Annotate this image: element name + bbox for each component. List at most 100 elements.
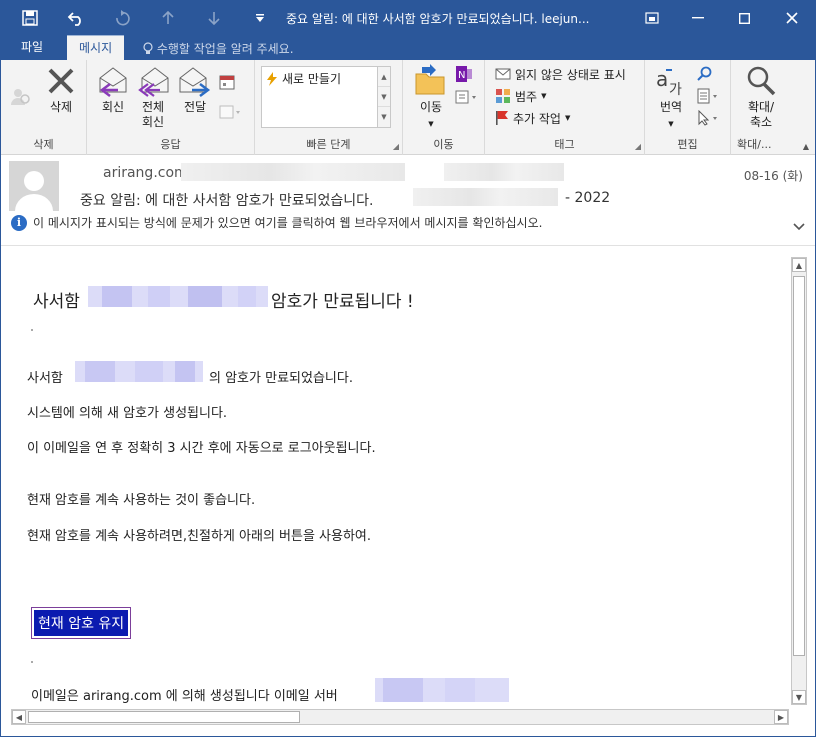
- save-icon[interactable]: [15, 6, 45, 30]
- body-headline: 사서함: [33, 287, 80, 312]
- reply-all-button[interactable]: 전체 회신: [135, 64, 171, 130]
- lightbulb-icon: [143, 42, 157, 56]
- quick-steps-gallery: 새로 만들기 ▲ ▼ ▼: [261, 66, 391, 128]
- vertical-scroll-thumb[interactable]: [793, 276, 805, 656]
- translate-chevron-icon: ▼: [668, 120, 674, 128]
- cursor-icon: [698, 110, 717, 126]
- arrow-down-icon[interactable]: [199, 6, 229, 30]
- scroll-up-arrow-icon[interactable]: ▲: [792, 258, 806, 272]
- keep-password-label: 현재 암호 유지: [34, 610, 129, 636]
- search-icon: [697, 66, 712, 81]
- categorize-button[interactable]: 범주 ▼: [495, 86, 546, 106]
- collapse-ribbon-icon[interactable]: ▲: [803, 142, 809, 151]
- document-icon: [697, 88, 717, 104]
- tab-file[interactable]: 파일: [9, 35, 55, 60]
- rules-button[interactable]: [455, 88, 479, 108]
- categorize-label: 범주: [515, 89, 538, 104]
- select-button[interactable]: [697, 108, 721, 128]
- move-button[interactable]: 이동 ▼: [411, 64, 451, 132]
- quick-step-new[interactable]: 새로 만들기: [266, 70, 341, 87]
- message-date: 08-16 (화): [743, 169, 803, 183]
- scroll-down-arrow-icon[interactable]: ▼: [792, 690, 806, 704]
- group-delete: 삭제 삭제: [1, 60, 87, 155]
- delete-button[interactable]: 삭제: [43, 64, 79, 115]
- group-delete-label: 삭제: [33, 138, 54, 151]
- title-bar: 중요 알림: 에 대한 사서함 암호가 만료되었습니다. leejun...: [1, 1, 815, 35]
- quick-step-new-label: 새로 만들기: [282, 72, 342, 86]
- follow-up-button[interactable]: 추가 작업 ▼: [495, 108, 570, 128]
- expand-icon[interactable]: ▼: [378, 107, 390, 127]
- follow-up-chevron-icon: ▼: [564, 114, 571, 122]
- maximize-button[interactable]: [721, 1, 767, 35]
- customize-icon[interactable]: [245, 6, 275, 30]
- rules-icon: [455, 90, 476, 104]
- calendar-icon: [219, 75, 235, 90]
- tell-me-box[interactable]: 수행할 작업을 알려 주세요.: [143, 40, 294, 57]
- onenote-icon: N: [456, 66, 472, 82]
- dialog-launcher-icon[interactable]: ◢: [393, 142, 399, 151]
- minimize-button[interactable]: [675, 1, 721, 35]
- body-line-1-post: 의 암호가 만료되었습니다.: [209, 371, 353, 386]
- tags-launcher-icon[interactable]: ◢: [635, 142, 641, 151]
- folder-move-icon: [415, 64, 445, 95]
- close-button[interactable]: [769, 1, 815, 35]
- footer-line: 이메일은 arirang.com 에 의해 생성됩니다 이메일 서버: [31, 685, 338, 704]
- zoom-button[interactable]: 확대/ 축소: [737, 64, 785, 130]
- svg-text:N: N: [458, 70, 465, 81]
- onenote-button[interactable]: N: [455, 64, 473, 84]
- reply-all-label-1: 전체: [141, 100, 165, 114]
- mark-unread-button[interactable]: 읽지 않은 상태로 표시: [495, 64, 626, 84]
- group-respond-label: 응답: [160, 138, 181, 151]
- group-respond: 회신 전체 회신 전달 응답: [87, 60, 255, 155]
- undo-icon[interactable]: [61, 6, 91, 30]
- restore-down-icon[interactable]: [629, 1, 675, 35]
- arrow-up-icon[interactable]: [153, 6, 183, 30]
- vertical-scrollbar[interactable]: ▲ ▼: [791, 257, 807, 705]
- chevron-down-icon[interactable]: [793, 220, 805, 235]
- headline-pre: 사서함: [33, 292, 80, 312]
- categorize-chevron-icon: ▼: [541, 92, 547, 100]
- window-title: 중요 알림: 에 대한 사서함 암호가 만료되었습니다. leejun...: [286, 12, 590, 26]
- scroll-right-arrow-icon[interactable]: ▶: [774, 710, 788, 724]
- horizontal-scrollbar[interactable]: ◀ ▶: [11, 709, 789, 725]
- translate-button[interactable]: a가 번역 ▼: [651, 64, 691, 132]
- keep-password-button[interactable]: 현재 암호 유지: [31, 607, 132, 639]
- group-quick-steps-label: 빠른 단계: [306, 138, 351, 151]
- ignore-button[interactable]: [9, 86, 31, 106]
- quick-steps-scroll[interactable]: ▲ ▼ ▼: [377, 66, 391, 128]
- forward-button[interactable]: 전달: [177, 64, 213, 115]
- meeting-button[interactable]: [219, 72, 235, 92]
- footer-post: 에 의해 생성됩니다 이메일 서버: [165, 689, 338, 704]
- sender-name[interactable]: arirang.com: [103, 165, 188, 181]
- footer-pre: 이메일은: [31, 689, 79, 704]
- tab-message[interactable]: 메시지: [67, 35, 125, 60]
- redacted-mailbox-line1: [75, 361, 203, 382]
- group-editing: a가 번역 ▼ 편집: [645, 60, 731, 155]
- ribbon-tab-row: 파일 메시지 수행할 작업을 알려 주세요.: [1, 35, 815, 60]
- find-button[interactable]: [697, 64, 713, 84]
- headline-post: 암호가 만료됩니다 !: [271, 292, 414, 312]
- more-icon: [219, 105, 240, 119]
- related-button[interactable]: [697, 86, 721, 106]
- forward-icon: [179, 67, 211, 97]
- redacted-recipient: [444, 163, 564, 181]
- follow-up-label: 추가 작업: [513, 111, 561, 126]
- more-respond-button[interactable]: [219, 102, 241, 122]
- horizontal-scroll-thumb[interactable]: [28, 711, 300, 723]
- magnifier-icon: [747, 66, 776, 96]
- footer-domain: arirang.com: [82, 689, 162, 704]
- info-icon: i: [11, 214, 27, 231]
- message-header: arirang.com 08-16 (화) 중요 알림: 에 대한 사서함 암호…: [1, 156, 815, 246]
- translate-icon: a가: [656, 67, 682, 98]
- reply-button[interactable]: 회신: [95, 64, 131, 115]
- scroll-up-icon[interactable]: ▲: [378, 67, 390, 87]
- scroll-left-arrow-icon[interactable]: ◀: [12, 710, 26, 724]
- body-line-4: 현재 암호를 계속 사용하는 것이 좋습니다.: [27, 493, 256, 508]
- envelope-icon: [495, 68, 511, 80]
- sender-avatar: [9, 161, 59, 211]
- move-label: 이동: [419, 100, 443, 114]
- scroll-down-icon[interactable]: ▼: [378, 87, 390, 107]
- redo-icon[interactable]: [107, 6, 137, 30]
- lightning-icon: [267, 71, 277, 86]
- info-bar[interactable]: i 이 메시지가 표시되는 방식에 문제가 있으면 여기를 클릭하여 웹 브라우…: [11, 214, 542, 231]
